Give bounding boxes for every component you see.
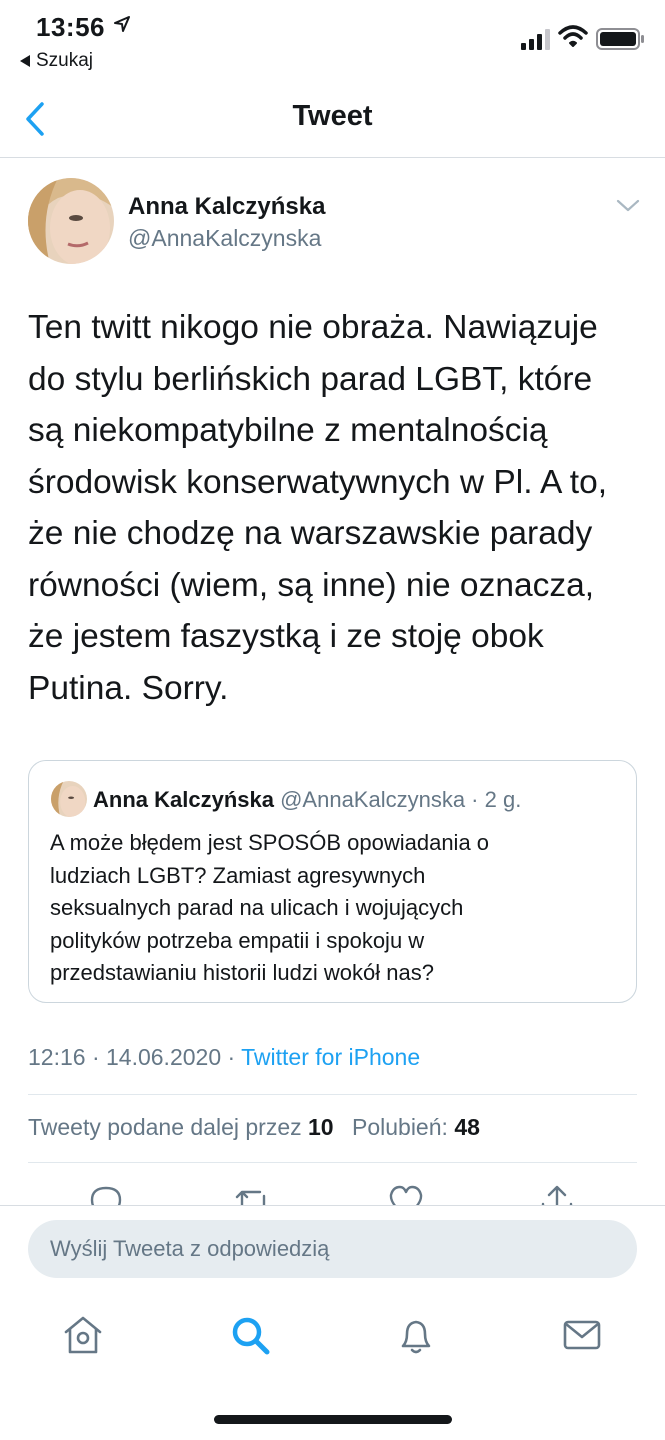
notifications-icon[interactable] xyxy=(395,1314,437,1356)
back-app-label: Szukaj xyxy=(36,50,94,71)
like-icon[interactable] xyxy=(386,1182,426,1206)
quoted-tweet-text: A może błędem jest SPOSÓB opowiadania o … xyxy=(50,827,620,990)
tweet-text-line: że jestem faszystką i ze stoję obok xyxy=(28,618,544,655)
tweet-time: 12:16 · 14.06.2020 · xyxy=(28,1044,242,1070)
tweet-actions xyxy=(0,1176,665,1206)
quoted-text-line: przedstawianiu historii ludzi wokół nas? xyxy=(50,960,434,985)
quoted-avatar-photo xyxy=(51,781,87,817)
page-title: Tweet xyxy=(292,100,373,132)
tweet-text-line: że nie chodzę na warszawskie parady xyxy=(28,515,593,552)
navigation-bar: Tweet xyxy=(0,80,665,158)
likes-label: Polubień: xyxy=(352,1114,448,1140)
tweet-text: Ten twitt nikogo nie obraża. Nawiązuje d… xyxy=(28,302,648,714)
tweet-text-line: równości (wiem, są inne) nie oznacza, xyxy=(28,566,595,604)
tweet-text-line: są niekompatybilne z mentalnością xyxy=(28,412,548,449)
quoted-tweet-header: Anna Kalczyńska @AnnaKalczynska · 2 g. xyxy=(93,787,521,813)
home-icon[interactable] xyxy=(62,1314,104,1356)
quoted-author-handle-time: @AnnaKalczynska · 2 g. xyxy=(280,787,522,812)
search-icon[interactable] xyxy=(229,1314,271,1356)
likes-count: 48 xyxy=(454,1114,480,1140)
author-name[interactable]: Anna Kalczyńska xyxy=(128,193,325,221)
quoted-author-avatar xyxy=(51,781,87,817)
tweet-text-line: do stylu berlińskich parad LGBT, które xyxy=(28,360,593,398)
back-to-app-link[interactable]: Szukaj xyxy=(20,50,93,72)
tweet-source-link[interactable]: Twitter for iPhone xyxy=(241,1044,420,1070)
author-handle[interactable]: @AnnaKalczynska xyxy=(128,225,321,252)
quoted-tweet-card[interactable]: Anna Kalczyńska @AnnaKalczynska · 2 g. A… xyxy=(28,760,637,1003)
retweets-stat[interactable]: Tweety podane dalej przez 10 xyxy=(28,1114,340,1140)
retweets-count: 10 xyxy=(308,1114,334,1140)
battery-icon xyxy=(596,28,644,50)
status-time: 13:56 xyxy=(36,12,105,42)
tweet-text-line: Putina. Sorry. xyxy=(28,669,229,707)
quoted-text-line: seksualnych parad na ulicach i wojującyc… xyxy=(50,895,464,920)
likes-stat[interactable]: Polubień: 48 xyxy=(352,1114,480,1140)
reply-bar xyxy=(0,1205,665,1300)
tweet-stats: Tweety podane dalej przez 10 Polubień: 4… xyxy=(28,1114,492,1141)
tweet-text-line: środowisk konserwatywnych w Pl. A to, xyxy=(28,463,608,501)
divider xyxy=(28,1094,637,1095)
location-arrow-icon xyxy=(114,16,130,32)
retweets-label: Tweety podane dalej przez xyxy=(28,1114,302,1140)
quoted-text-line: polityków potrzeba empatii i spokoju w xyxy=(50,927,425,953)
tweet-text-line: Ten twitt nikogo nie obraża. Nawiązuje xyxy=(28,309,598,346)
author-avatar[interactable] xyxy=(28,178,114,264)
quoted-text-line: ludziach LGBT? Zamiast agresywnych xyxy=(50,862,426,888)
chevron-down-icon[interactable] xyxy=(614,196,642,216)
avatar-photo xyxy=(28,178,114,264)
messages-icon[interactable] xyxy=(561,1314,603,1356)
quoted-author-name: Anna Kalczyńska xyxy=(93,787,274,812)
reply-input[interactable] xyxy=(28,1220,637,1278)
cellular-signal-icon xyxy=(521,29,550,50)
home-indicator xyxy=(214,1415,452,1424)
tweet-timestamp: 12:16 · 14.06.2020 · Twitter for iPhone xyxy=(28,1044,420,1071)
divider xyxy=(28,1162,637,1163)
retweet-icon[interactable] xyxy=(233,1182,273,1206)
reply-icon[interactable] xyxy=(86,1182,126,1206)
wifi-icon xyxy=(558,25,588,47)
status-bar: 13:56 Szukaj xyxy=(0,0,665,80)
back-triangle-icon xyxy=(20,55,30,67)
share-icon[interactable] xyxy=(537,1182,577,1206)
quoted-text-line: A może błędem jest SPOSÓB opowiadania o xyxy=(50,830,490,855)
